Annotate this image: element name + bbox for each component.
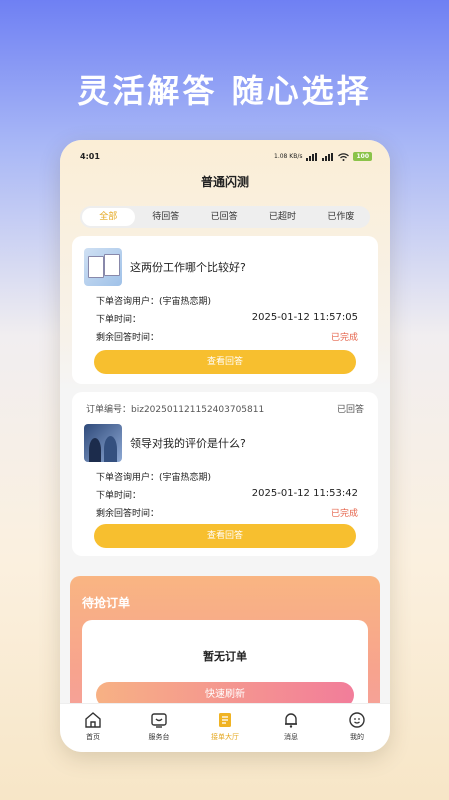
tab-pending[interactable]: 待回答 <box>137 206 195 228</box>
bell-icon <box>285 713 297 728</box>
profile-icon <box>349 712 365 728</box>
user-label: 下单咨询用户： <box>96 473 160 483</box>
tabbar-service-desk[interactable]: 服务台 <box>126 704 192 752</box>
tab-void[interactable]: 已作废 <box>312 206 370 228</box>
battery-icon: 100 <box>353 152 372 161</box>
order-number-label: 订单编号： <box>86 405 132 415</box>
order-time: 2025-01-12 11:57:05 <box>251 312 358 323</box>
tabbar-label: 首页 <box>86 733 100 741</box>
empty-orders-text: 暂无订单 <box>203 650 247 663</box>
order-hall-icon <box>219 713 231 727</box>
view-answer-button[interactable]: 查看回答 <box>94 524 356 548</box>
remain-label: 剩余回答时间： <box>96 333 160 343</box>
order-card[interactable]: 订单编号：biz20250112115240370581​1 已回答 领导对我的… <box>72 392 378 556</box>
tabbar-profile[interactable]: 我的 <box>324 704 390 752</box>
page-title: 普通闪测 <box>200 175 249 189</box>
order-card[interactable]: 这两份工作哪个比较好? 下单咨询用户：(宇宙热恋期) 下单时间： 2025-01… <box>72 236 378 384</box>
tabbar-messages[interactable]: 消息 <box>258 704 324 752</box>
tabbar-label: 接单大厅 <box>211 733 239 741</box>
promo-headline: 灵活解答 随心选择 <box>77 72 372 110</box>
status-bar: 4:01 1.08 KB/s 100 <box>60 152 390 166</box>
tabbar-home[interactable]: 首页 <box>60 704 126 752</box>
wifi-icon <box>338 152 350 161</box>
home-icon <box>85 712 101 728</box>
tab-timeout[interactable]: 已超时 <box>253 206 311 228</box>
network-speed: 1.08 KB/s <box>274 153 303 160</box>
order-status: 已回答 <box>336 405 364 415</box>
user-label: 下单咨询用户： <box>96 297 160 307</box>
tabbar-label: 消息 <box>284 733 298 741</box>
user-value: (宇宙热恋期) <box>159 473 212 483</box>
signal-icon <box>322 152 334 161</box>
question-text: 这两份工作哪个比较好? <box>130 261 246 274</box>
order-number: biz20250112115240370581​1 <box>131 405 265 415</box>
signal-icon <box>306 152 318 161</box>
phone-frame: 4:01 1.08 KB/s 100 普通闪测 全部 待回答 已回答 已超时 已… <box>60 140 390 752</box>
question-thumbnail <box>84 424 122 462</box>
user-value: (宇宙热恋期) <box>159 297 212 307</box>
tabbar-order-hall[interactable]: 接单大厅 <box>192 704 258 752</box>
grab-orders-title: 待抢订单 <box>82 596 131 610</box>
remain-status: 已完成 <box>330 509 358 519</box>
question-thumbnail <box>84 248 122 286</box>
view-answer-button[interactable]: 查看回答 <box>94 350 356 374</box>
service-desk-icon <box>151 713 167 728</box>
time-label: 下单时间： <box>96 491 142 501</box>
status-time: 4:01 <box>80 152 100 161</box>
tab-all[interactable]: 全部 <box>82 208 135 226</box>
tabbar-label: 我的 <box>350 733 364 741</box>
question-text: 领导对我的评价是什么? <box>130 437 246 450</box>
status-tabs: 全部 待回答 已回答 已超时 已作废 <box>80 206 370 228</box>
bottom-tab-bar: 首页 服务台 接单大厅 消息 我的 <box>60 703 390 752</box>
time-label: 下单时间： <box>96 315 142 325</box>
tab-answered[interactable]: 已回答 <box>195 206 253 228</box>
order-time: 2025-01-12 11:53:42 <box>251 488 358 499</box>
remain-label: 剩余回答时间： <box>96 509 160 519</box>
remain-status: 已完成 <box>330 333 358 343</box>
tabbar-label: 服务台 <box>148 733 170 741</box>
